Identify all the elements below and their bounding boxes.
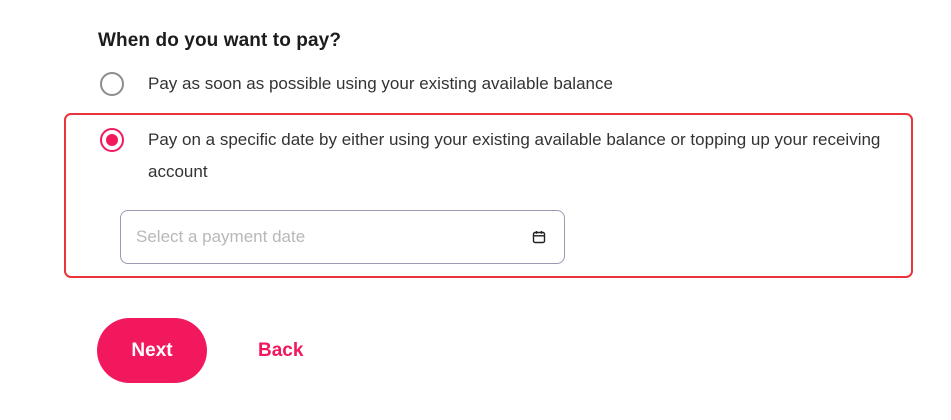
payment-timing-form: When do you want to pay? Pay as soon as …	[0, 0, 951, 420]
back-button[interactable]: Back	[243, 318, 318, 383]
option-pay-asap[interactable]: Pay as soon as possible using your exist…	[100, 72, 613, 100]
calendar-icon[interactable]	[532, 230, 546, 244]
radio-pay-specific-date[interactable]	[100, 128, 124, 152]
payment-date-input[interactable]	[121, 222, 516, 252]
payment-date-field[interactable]	[120, 210, 565, 264]
option-pay-asap-label: Pay as soon as possible using your exist…	[148, 74, 613, 93]
radio-pay-asap[interactable]	[100, 72, 124, 96]
option-pay-specific-date-label: Pay on a specific date by either using y…	[148, 130, 881, 181]
option-pay-specific-date[interactable]: Pay on a specific date by either using y…	[100, 128, 910, 188]
next-button[interactable]: Next	[97, 318, 207, 383]
question-heading: When do you want to pay?	[98, 30, 342, 51]
